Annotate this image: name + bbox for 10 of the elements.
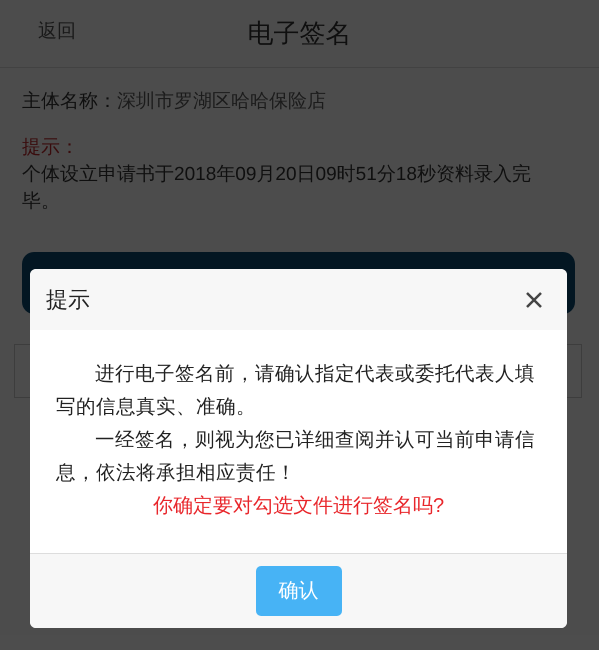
dialog-title: 提示 [46,286,90,314]
dialog-paragraph: 进行电子签名前，请确认指定代表或委托代表人填写的信息真实、准确。 [56,362,536,420]
dialog-paragraph: 一经签名，则视为您已详细查阅并认可当前申请信息，依法将承担相应责任！ [56,428,536,486]
field-label: 主体名称： [22,90,117,114]
confirm-button[interactable]: 确认 [256,566,342,616]
confirm-question: 你确定要对勾选文件进行签名吗? [152,494,446,519]
close-icon[interactable] [525,290,543,308]
notice-label: 提示： [22,136,80,160]
page-title: 电子签名 [248,17,352,50]
notice-text: 个体设立申请书于2018年09月20日09时51分18秒资料录入完毕。 [22,162,532,214]
